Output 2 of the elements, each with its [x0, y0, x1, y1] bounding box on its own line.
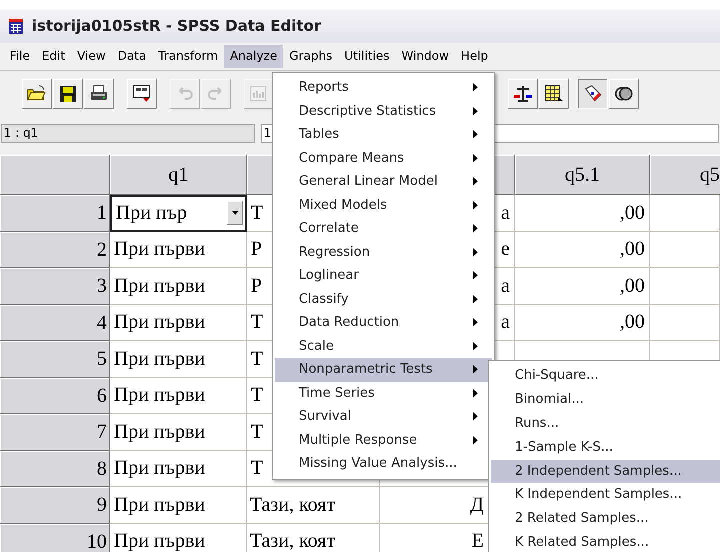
window-title: istorija0105stR - SPSS Data Editor: [32, 16, 322, 38]
cell-text: При пър: [116, 201, 188, 226]
